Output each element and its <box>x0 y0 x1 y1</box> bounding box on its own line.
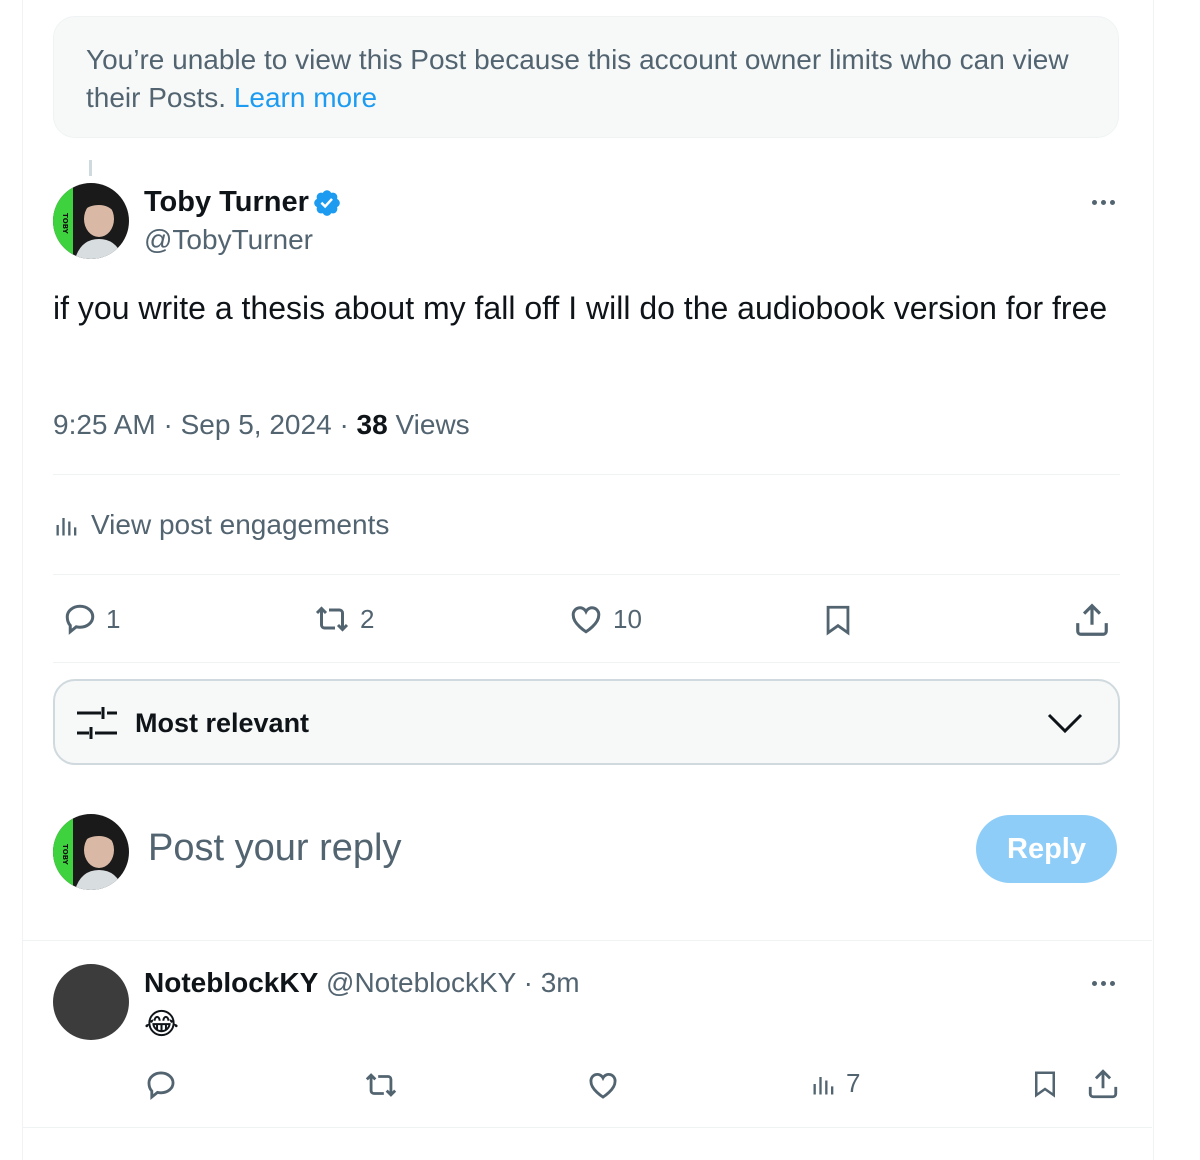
divider <box>22 940 1152 941</box>
post-meta: 9:25 AM · Sep 5, 2024 · 38 Views <box>53 406 470 444</box>
post-date[interactable]: Sep 5, 2024 <box>181 409 332 440</box>
author-handle[interactable]: @TobyTurner <box>144 223 313 257</box>
repost-count: 2 <box>360 603 375 634</box>
bookmark-button[interactable] <box>821 601 855 639</box>
share-button[interactable] <box>1073 601 1111 639</box>
separator: · <box>523 967 533 998</box>
avatar-label: TOBY <box>61 844 69 866</box>
more-icon[interactable] <box>1083 192 1123 212</box>
view-engagements-label: View post engagements <box>91 509 390 540</box>
divider <box>53 662 1120 663</box>
user-avatar-image: TOBY <box>53 814 129 890</box>
share-icon <box>1088 1069 1118 1099</box>
verified-badge-icon <box>314 190 340 216</box>
reply-author-handle[interactable]: @NoteblockKY <box>326 967 516 998</box>
like-icon <box>589 1073 617 1099</box>
chevron-down-icon <box>1047 713 1083 734</box>
like-button[interactable]: 10 <box>567 601 642 637</box>
user-avatar[interactable]: TOBY <box>53 814 129 890</box>
bookmark-icon <box>1035 1071 1055 1098</box>
restricted-post-notice: You’re unable to view this Post because … <box>53 16 1119 138</box>
repost-icon <box>365 1073 397 1097</box>
view-engagements-link[interactable]: View post engagements <box>53 505 389 545</box>
analytics-icon <box>56 518 77 536</box>
reply-count: 1 <box>106 603 121 634</box>
analytics-icon <box>813 1076 834 1094</box>
bookmark-icon <box>826 605 850 636</box>
reply-sort-dropdown[interactable]: Most relevant <box>53 679 1120 765</box>
post-time[interactable]: 9:25 AM <box>53 409 156 440</box>
separator: · <box>163 409 181 440</box>
learn-more-link[interactable]: Learn more <box>234 82 377 113</box>
sort-label: Most relevant <box>135 708 310 738</box>
reply-bookmark-button[interactable] <box>1030 1066 1060 1102</box>
repost-button[interactable]: 2 <box>312 601 374 637</box>
divider <box>53 474 1120 475</box>
like-count: 10 <box>613 603 642 634</box>
reply-like-button[interactable] <box>585 1068 621 1102</box>
author-avatar[interactable]: TOBY <box>53 183 129 259</box>
avatar-label: TOBY <box>61 213 69 235</box>
like-icon <box>571 606 601 634</box>
views-count: 38 <box>356 409 388 440</box>
author-avatar-image: TOBY <box>53 183 129 259</box>
reply-repost-button[interactable] <box>362 1068 400 1102</box>
reply-submit-button[interactable]: Reply <box>976 815 1117 883</box>
reply-icon <box>147 1071 175 1101</box>
share-icon <box>1076 603 1108 636</box>
repost-icon <box>315 606 349 632</box>
reply-share-button[interactable] <box>1086 1066 1120 1102</box>
separator: · <box>339 409 357 440</box>
reply-views-count: 7 <box>846 1068 861 1098</box>
divider <box>22 1127 1152 1128</box>
reply-author-avatar[interactable] <box>53 964 129 1040</box>
thread-connector <box>89 160 92 176</box>
reply-author-name[interactable]: NoteblockKY <box>144 967 318 998</box>
reply-button[interactable]: 1 <box>62 601 120 637</box>
reply-views-button[interactable]: 7 <box>810 1068 860 1099</box>
reply-input[interactable]: Post your reply <box>148 822 401 874</box>
reply-header: NoteblockKY @NoteblockKY · 3m <box>144 966 580 1000</box>
reply-text: 😂 <box>144 1008 180 1041</box>
views-label: Views <box>395 409 470 440</box>
reply-reply-button[interactable] <box>144 1068 178 1102</box>
more-icon[interactable] <box>1083 973 1123 993</box>
filter-icon <box>77 707 117 739</box>
reply-icon <box>65 604 95 635</box>
post-text: if you write a thesis about my fall off … <box>53 290 1108 326</box>
divider <box>53 574 1120 575</box>
reply-time[interactable]: 3m <box>541 967 580 998</box>
author-name[interactable]: Toby Turner <box>144 185 309 219</box>
